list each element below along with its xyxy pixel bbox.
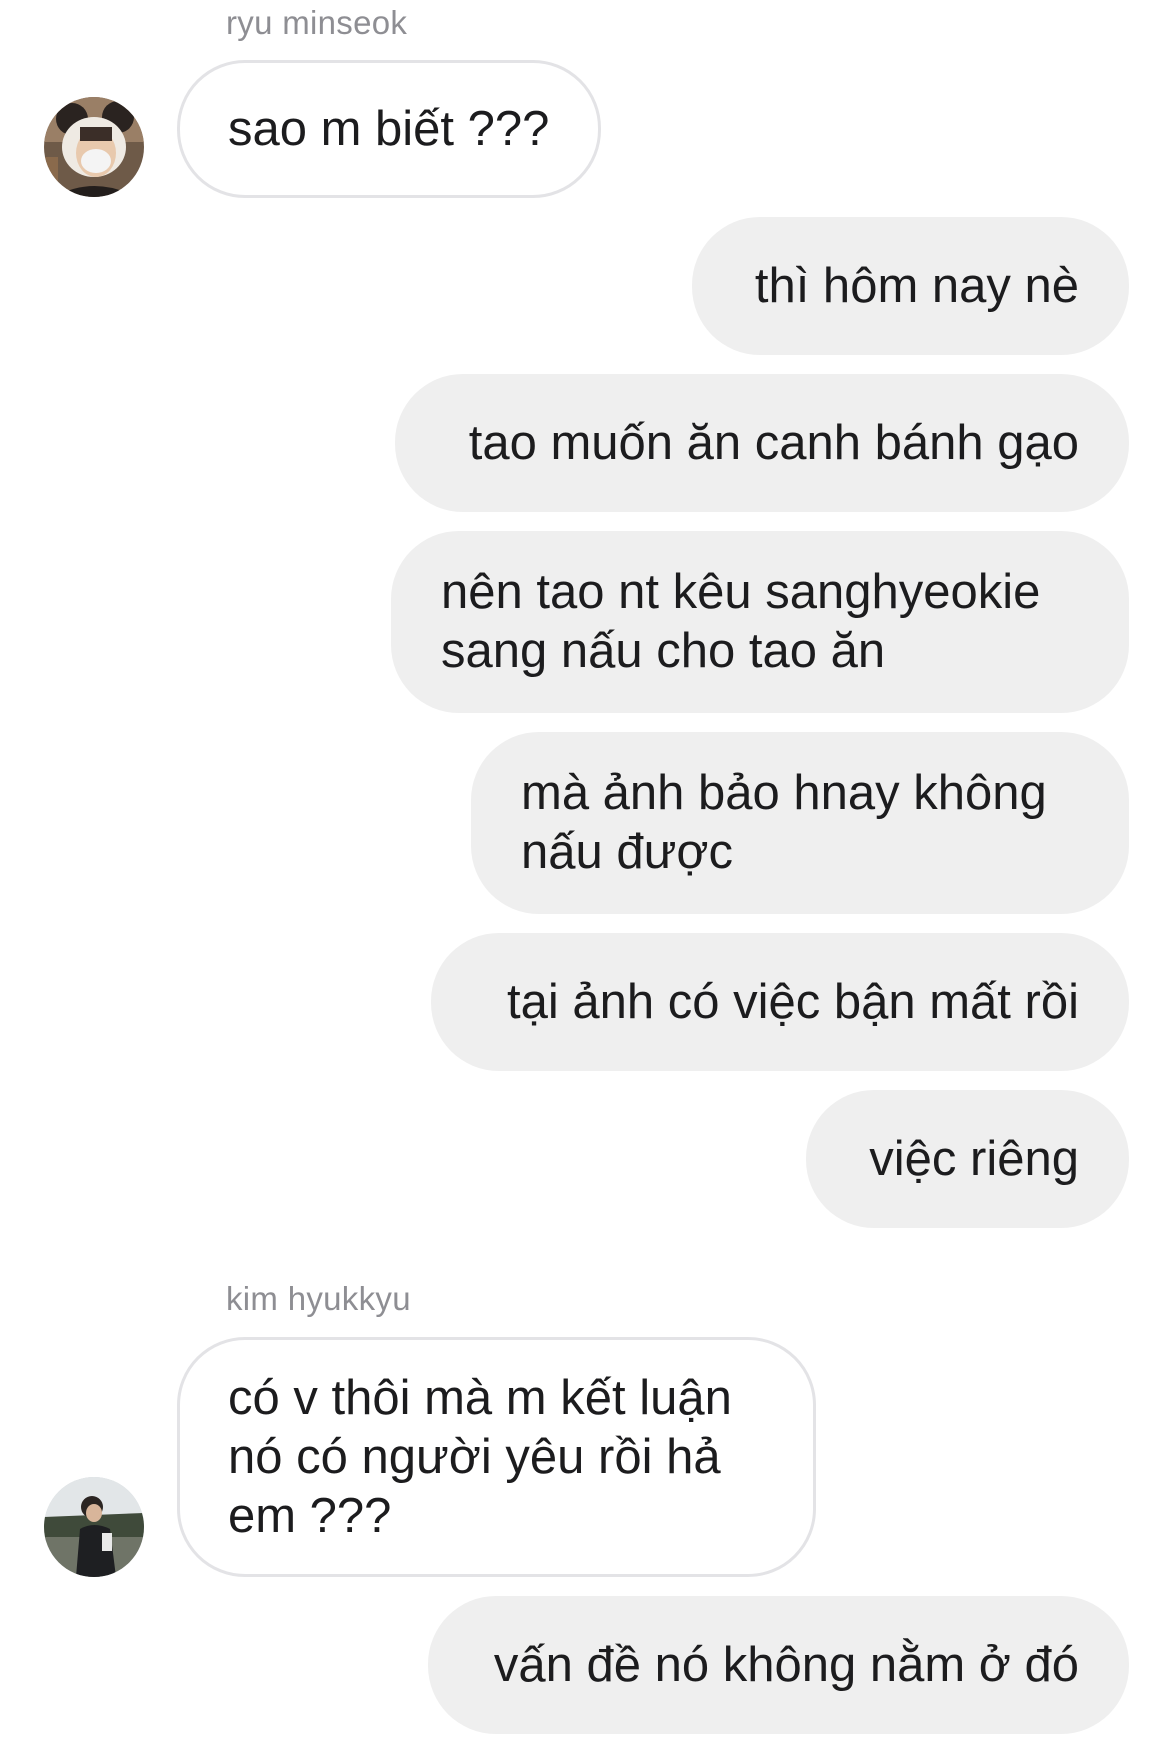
message-text: có v thôi mà m kết luận nó có người yêu …: [228, 1370, 732, 1543]
sender-name: ryu minseok: [226, 4, 408, 41]
message-bubble-outgoing[interactable]: mà ảnh bảo hnay không nấu được: [471, 732, 1129, 914]
message-text: tao muốn ăn canh bánh gạo: [468, 415, 1079, 470]
message-text: vấn đề nó không nằm ở đó: [493, 1637, 1079, 1692]
avatar-photo-icon: [44, 97, 144, 197]
message-bubble-outgoing[interactable]: việc riêng: [806, 1090, 1129, 1228]
message-text: tại ảnh có việc bận mất rồi: [507, 974, 1079, 1029]
sender-name: kim hyukkyu: [226, 1280, 411, 1317]
message-bubble-incoming[interactable]: sao m biết ???: [177, 60, 601, 198]
avatar[interactable]: [44, 97, 144, 197]
message-bubble-outgoing[interactable]: tại ảnh có việc bận mất rồi: [431, 933, 1129, 1071]
avatar[interactable]: [44, 1477, 144, 1577]
message-bubble-outgoing[interactable]: tao muốn ăn canh bánh gạo: [395, 374, 1129, 512]
message-text: nên tao nt kêu sanghyeokie sang nấu cho …: [441, 565, 1041, 678]
message-text: thì hôm nay nè: [754, 258, 1079, 313]
message-text: sao m biết ???: [228, 101, 550, 156]
message-text: việc riêng: [869, 1131, 1079, 1186]
message-bubble-outgoing[interactable]: thì hôm nay nè: [692, 217, 1129, 355]
message-bubble-outgoing[interactable]: vấn đề nó không nằm ở đó: [428, 1596, 1129, 1734]
avatar-photo-icon: [44, 1477, 144, 1577]
message-bubble-incoming[interactable]: có v thôi mà m kết luận nó có người yêu …: [177, 1337, 816, 1577]
message-bubble-outgoing[interactable]: nên tao nt kêu sanghyeokie sang nấu cho …: [391, 531, 1129, 713]
message-text: mà ảnh bảo hnay không nấu được: [521, 766, 1047, 879]
chat-thread: ryu minseok sao m biết ??? thì hôm nay n…: [0, 0, 1170, 1738]
